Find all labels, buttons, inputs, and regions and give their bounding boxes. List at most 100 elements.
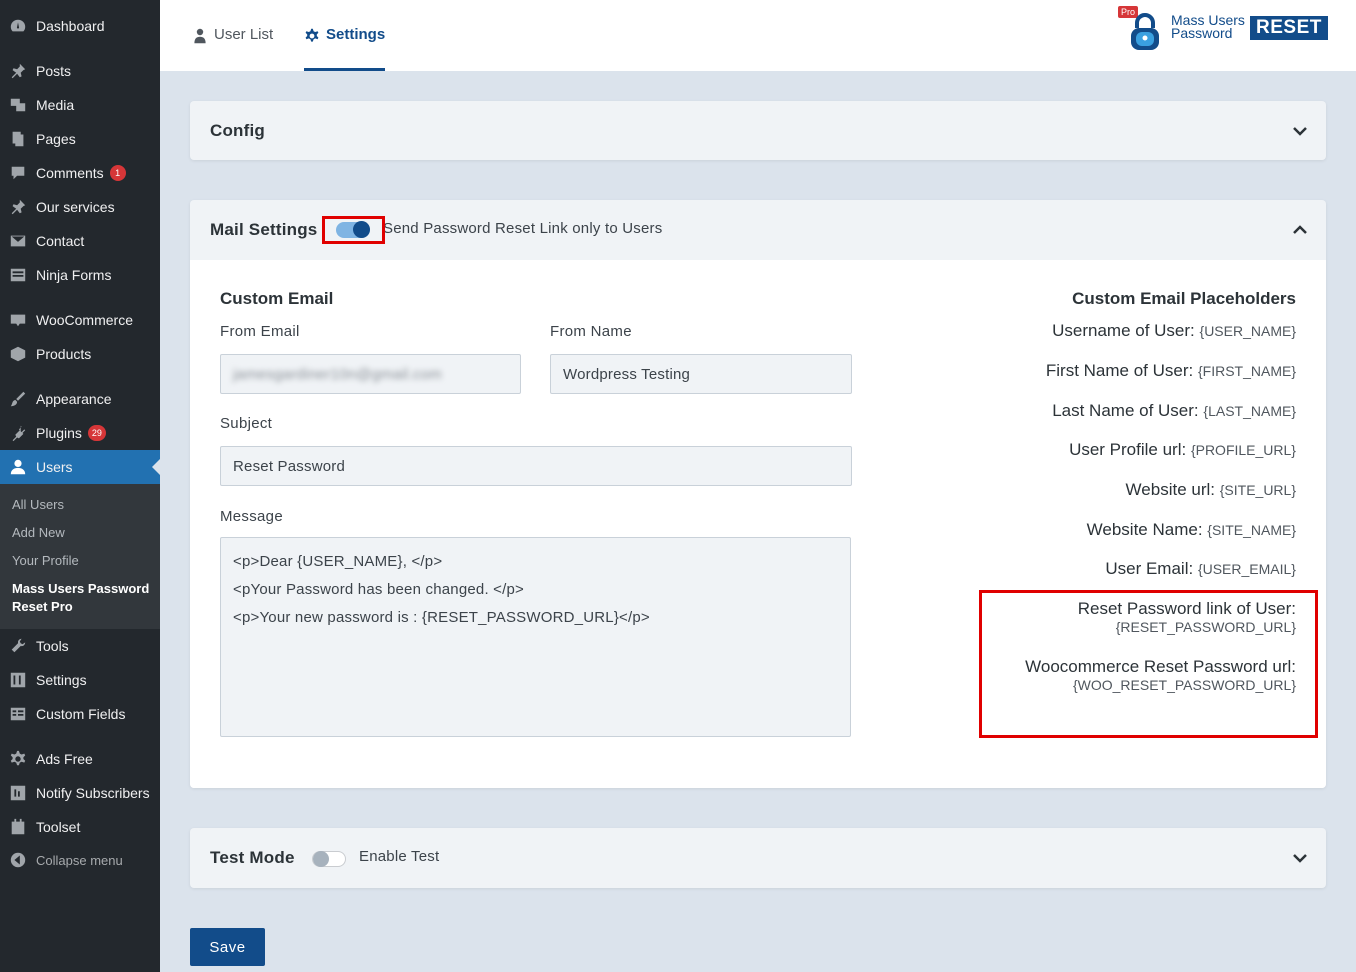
sidebar-item-label: Ninja Forms [36, 267, 112, 283]
sidebar-item-appearance[interactable]: Appearance [0, 382, 160, 416]
sidebar-item-label: Dashboard [36, 18, 105, 34]
enable-test-toggle[interactable] [312, 851, 346, 867]
brand-line-2: Password [1171, 25, 1233, 41]
sidebar-item-woocommerce[interactable]: WooCommerce [0, 303, 160, 337]
sidebar-collapse-menu[interactable]: Collapse menu [0, 843, 160, 877]
sidebar-item-label: WooCommerce [36, 312, 133, 328]
placeholders-title: Custom Email Placeholders [1072, 289, 1296, 308]
placeholder-item: First Name of User: {FIRST_NAME} [1046, 361, 1296, 381]
placeholder-item: Last Name of User: {LAST_NAME} [1052, 401, 1296, 421]
sidebar-item-label: Collapse menu [36, 852, 123, 868]
placeholder-item: User Email: {USER_EMAIL} [1105, 559, 1296, 579]
message-line: <p>Your new password is : {RESET_PASSWOR… [233, 609, 650, 626]
sidebar-item-label: Appearance [36, 391, 112, 407]
sidebar-item-ads-free[interactable]: Ads Free [0, 742, 160, 776]
user-icon [194, 28, 206, 44]
woo-icon [0, 311, 36, 329]
sidebar-item-products[interactable]: Products [0, 337, 160, 371]
sidebar-item-label: Custom Fields [36, 706, 126, 722]
placeholder-label: User Profile url: [1069, 440, 1187, 459]
toggle-label: Send Password Reset Link only to Users [383, 220, 663, 237]
sidebar-item-ninja-forms[interactable]: Ninja Forms [0, 258, 160, 292]
user-icon [0, 458, 36, 476]
sidebar-item-label: Tools [36, 638, 69, 654]
brand-name: Mass Users Password [1171, 13, 1245, 41]
sidebar-item-label: Settings [36, 672, 87, 688]
users-submenu: All Users Add New Your Profile Mass User… [0, 484, 160, 629]
placeholder-code: {PROFILE_URL} [1190, 442, 1296, 458]
sliders-icon [0, 671, 36, 689]
placeholder-code: {FIRST_NAME} [1197, 363, 1296, 379]
panel-title: Mail Settings [210, 220, 318, 239]
sidebar-item-custom-fields[interactable]: Custom Fields [0, 697, 160, 731]
sidebar-item-label: Media [36, 97, 75, 113]
lock-icon [1131, 13, 1159, 50]
tab-label: Settings [326, 26, 386, 43]
submenu-mass-users-password-reset-pro[interactable]: Mass Users Password Reset Pro [12, 580, 152, 616]
sidebar-item-media[interactable]: Media [0, 88, 160, 122]
placeholder-code: {USER_NAME} [1199, 323, 1296, 339]
sidebar-item-label: Plugins [36, 425, 82, 441]
config-panel: Config [190, 101, 1326, 160]
sidebar-item-plugins[interactable]: Plugins 29 [0, 416, 160, 450]
message-label: Message [220, 508, 283, 525]
toolset-icon [0, 818, 36, 836]
placeholder-code: {USER_EMAIL} [1197, 561, 1296, 577]
chevron-down-icon[interactable] [1292, 850, 1308, 866]
from-email-input[interactable]: jamesgardiner10n@gmail.com [220, 354, 521, 394]
placeholder-label: Username of User: [1052, 321, 1195, 340]
tab-user-list[interactable]: User List [192, 26, 273, 71]
sidebar-item-our-services[interactable]: Our services [0, 190, 160, 224]
sidebar-item-label: Contact [36, 233, 85, 249]
sidebar-item-posts[interactable]: Posts [0, 54, 160, 88]
config-panel-header[interactable]: Config [190, 101, 1326, 161]
admin-sidebar: Dashboard Posts Media Pages Comments 1 O… [0, 0, 160, 972]
tab-label: User List [214, 26, 274, 43]
save-button[interactable]: Save [190, 928, 265, 966]
from-name-value: Wordpress Testing [563, 365, 691, 383]
submenu-your-profile[interactable]: Your Profile [12, 553, 79, 568]
sidebar-item-comments[interactable]: Comments 1 [0, 156, 160, 190]
chevron-up-icon[interactable] [1292, 222, 1308, 238]
sidebar-item-label: Products [36, 346, 92, 362]
tab-settings[interactable]: Settings [304, 26, 386, 71]
placeholder-label: User Email: [1105, 559, 1194, 578]
mail-settings-panel: Mail Settings Send Password Reset Link o… [190, 200, 1326, 788]
placeholder-item: Website Name: {SITE_NAME} [1087, 520, 1296, 540]
placeholder-label: Last Name of User: [1052, 401, 1199, 420]
sidebar-item-contact[interactable]: Contact [0, 224, 160, 258]
pin-icon [0, 198, 36, 216]
sidebar-item-notify-subscribers[interactable]: Notify Subscribers [0, 776, 160, 810]
toggle-label: Enable Test [359, 848, 440, 865]
plugins-count-badge: 29 [87, 425, 106, 441]
submenu-all-users[interactable]: All Users [12, 497, 64, 512]
from-name-label: From Name [550, 323, 632, 340]
placeholder-label: Website url: [1125, 480, 1215, 499]
placeholder-item: Username of User: {USER_NAME} [1052, 321, 1296, 341]
sidebar-item-label: Ads Free [36, 751, 93, 767]
chevron-down-icon[interactable] [1292, 123, 1308, 139]
sidebar-item-label: Pages [36, 131, 76, 147]
custom-email-title: Custom Email [220, 289, 334, 308]
submenu-add-new[interactable]: Add New [12, 525, 65, 540]
sidebar-item-settings[interactable]: Settings [0, 663, 160, 697]
brand-reset-label: RESET [1250, 16, 1328, 40]
from-name-input[interactable]: Wordpress Testing [550, 354, 852, 394]
subject-input[interactable]: Reset Password [220, 446, 852, 486]
sidebar-item-toolset[interactable]: Toolset [0, 810, 160, 844]
message-line: <p>Dear {USER_NAME}, </p> [233, 553, 443, 570]
sidebar-item-tools[interactable]: Tools [0, 629, 160, 663]
sidebar-item-pages[interactable]: Pages [0, 122, 160, 156]
sidebar-item-dashboard[interactable]: Dashboard [0, 9, 160, 43]
placeholder-code: {SITE_NAME} [1207, 522, 1296, 538]
plugin-icon [0, 424, 36, 442]
plugin-header: User List Settings Pro Mass Users Passwor… [160, 0, 1356, 71]
box-icon [0, 345, 36, 363]
test-mode-panel: Test Mode Enable Test [190, 828, 1326, 888]
sidebar-item-label: Comments [36, 165, 104, 181]
plugin-logo: Pro Mass Users Password RESET [1118, 6, 1328, 52]
sidebar-item-users[interactable]: Users [0, 450, 160, 484]
sidebar-item-label: Users [36, 459, 73, 475]
gear-icon [305, 28, 319, 42]
message-textarea[interactable]: <p>Dear {USER_NAME}, </p> <pYour Passwor… [220, 537, 851, 737]
